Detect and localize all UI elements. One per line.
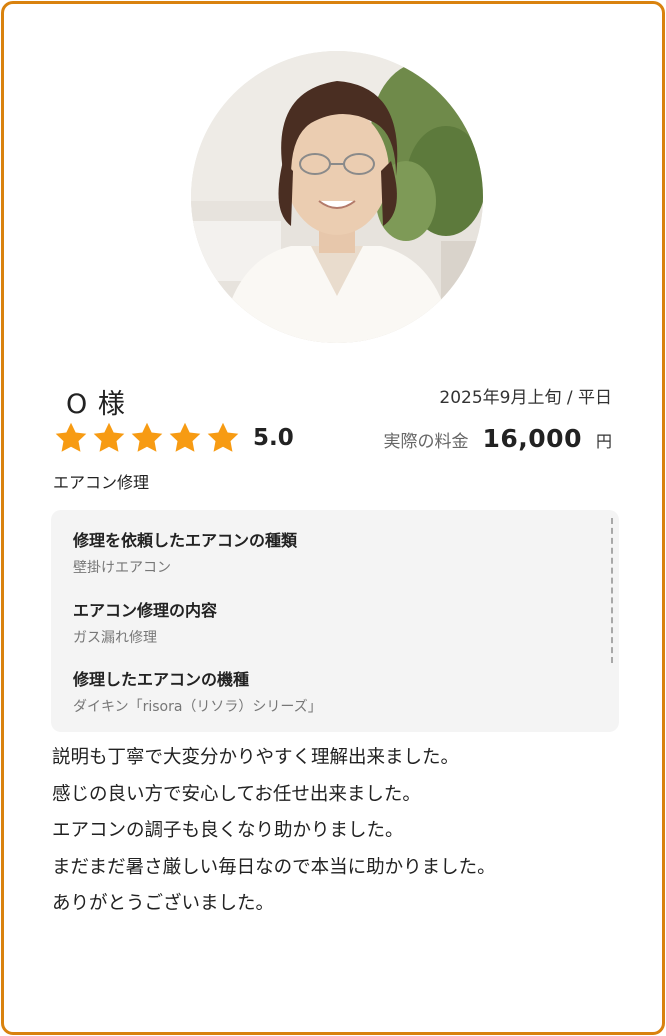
price-label: 実際の料金 xyxy=(383,432,469,452)
star-icon xyxy=(53,420,89,456)
details-panel[interactable]: 修理を依頼したエアコンの種類 壁掛けエアコン エアコン修理の内容 ガス漏れ修理 … xyxy=(51,510,619,732)
detail-question: エアコン修理の内容 xyxy=(73,601,218,620)
star-icon xyxy=(205,420,241,456)
price-unit: 円 xyxy=(595,432,612,451)
star-rating: 5.0 xyxy=(53,420,294,456)
price-amount: 16,000 xyxy=(482,424,582,453)
review-date: 2025年9月上旬 / 平日 xyxy=(439,388,612,408)
comment-line: 感じの良い方で安心してお任せ出来ました。 xyxy=(52,783,421,805)
comment-line: 説明も丁寧で大変分かりやすく理解出来ました。 xyxy=(52,747,460,768)
detail-question: 修理したエアコンの機種 xyxy=(73,670,250,689)
detail-answer: ダイキン「risora（リソラ）シリーズ」 xyxy=(73,699,322,715)
comment-line: エアコンの調子も良くなり助かりました。 xyxy=(52,820,404,841)
details-scrollbar[interactable] xyxy=(611,518,613,663)
star-icon xyxy=(167,420,203,456)
service-type: エアコン修理 xyxy=(53,473,150,492)
customer-name: O 様 xyxy=(66,389,126,420)
review-card: O 様 2025年9月上旬 / 平日 5.0 実際の料金 16,000 円 エア… xyxy=(1,1,665,1035)
detail-answer: 壁掛けエアコン xyxy=(73,560,171,576)
price-block: 実際の料金 16,000 円 xyxy=(384,424,613,453)
review-comment: 説明も丁寧で大変分かりやすく理解出来ました。 感じの良い方で安心してお任せ出来ま… xyxy=(52,740,632,923)
detail-item: エアコン修理の内容 ガス漏れ修理 xyxy=(73,597,217,647)
detail-answer: ガス漏れ修理 xyxy=(73,630,157,646)
customer-avatar xyxy=(191,51,483,343)
star-icon xyxy=(91,420,127,456)
customer-photo xyxy=(191,51,483,343)
detail-item: 修理したエアコンの機種 ダイキン「risora（リソラ）シリーズ」 xyxy=(73,666,322,716)
comment-line: まだまだ暑さ厳しい毎日なので本当に助かりました。 xyxy=(52,856,496,878)
detail-question: 修理を依頼したエアコンの種類 xyxy=(73,531,298,550)
star-icon xyxy=(129,420,165,456)
rating-value: 5.0 xyxy=(253,425,294,451)
comment-line: ありがとうございました。 xyxy=(52,893,275,914)
detail-item: 修理を依頼したエアコンの種類 壁掛けエアコン xyxy=(73,527,297,577)
